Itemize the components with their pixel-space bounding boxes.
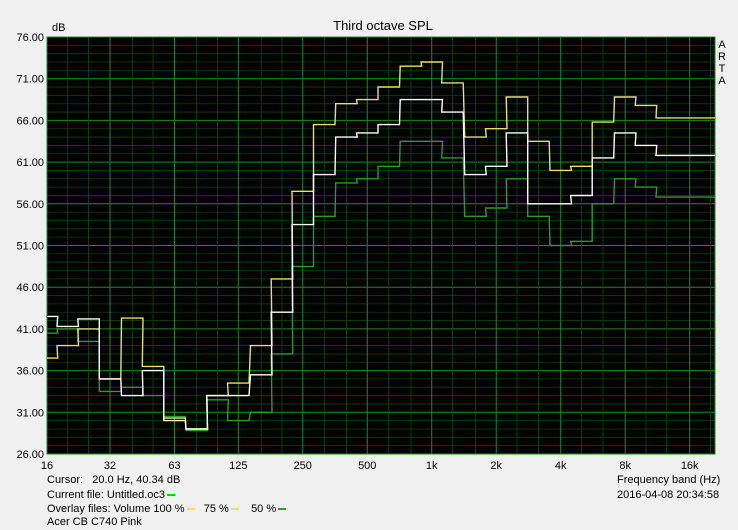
y-tick-label: 56.00 [16, 199, 44, 211]
x-tick-label: 8k [619, 460, 631, 472]
y-tick-label: 61.00 [16, 157, 44, 169]
x-tick-label: 16k [681, 460, 699, 472]
y-tick-labels: 76.00 71.00 66.00 61.00 56.00 51.00 46.00 41.00… [16, 32, 44, 461]
overlay-75-swatch [230, 508, 239, 511]
overlay-label: Overlay files: Volume 100 % [47, 503, 185, 515]
x-tick-label: 2k [490, 460, 502, 472]
y-tick-label: 31.00 [16, 407, 44, 419]
overlay-75-label: 75 % [203, 503, 229, 515]
x-tick-label: 125 [229, 460, 247, 472]
y-tick-label: 76.00 [16, 32, 44, 44]
overlay-files-row: Overlay files: Volume 100 % 75 % 50 % [47, 503, 287, 516]
cursor-label: Cursor: [47, 474, 84, 486]
arta-letter: A [718, 75, 726, 87]
cursor-value: 20.0 Hz, 40.34 dB [92, 474, 181, 486]
x-tick-label: 250 [294, 460, 312, 472]
y-tick-label: 66.00 [16, 115, 44, 127]
current-file-swatch [167, 494, 176, 497]
x-tick-label: 4k [555, 460, 567, 472]
current-file-value: Untitled.oc3 [106, 489, 166, 501]
y-axis-label: dB [52, 22, 65, 34]
timestamp: 2016-04-08 20:34:58 [617, 489, 720, 501]
overlay-50-swatch [278, 508, 287, 511]
arta-logo-text: ARTA [718, 39, 726, 87]
y-tick-label: 36.00 [16, 366, 44, 378]
cursor-readout: Cursor: 20.0 Hz, 40.34 dB [47, 474, 180, 487]
y-tick-label: 26.00 [16, 449, 44, 461]
x-tick-label: 500 [358, 460, 376, 472]
y-tick-label: 46.00 [16, 282, 44, 294]
arta-letter: R [718, 51, 726, 63]
x-tick-label: 1k [426, 460, 438, 472]
x-tick-label: 32 [104, 460, 116, 472]
chart-title: Third octave SPL [333, 18, 433, 33]
spl-chart: 76.00 71.00 66.00 61.00 56.00 51.00 46.00 41.00… [16, 18, 726, 472]
arta-letter: A [718, 39, 726, 51]
y-tick-label: 71.00 [16, 74, 44, 86]
y-tick-label: 41.00 [16, 324, 44, 336]
overlay-50-label: 50 % [251, 503, 277, 515]
x-tick-labels: 16 32 63 125 250 500 1k 2k 4k 8k 16k [41, 460, 699, 472]
arta-letter: T [719, 63, 726, 75]
y-tick-label: 51.00 [16, 241, 44, 253]
x-tick-label: 16 [41, 460, 53, 472]
current-file-row: Current file: Untitled.oc3 [47, 489, 176, 502]
overlay-100-swatch [186, 508, 195, 511]
device-name: Acer CB C740 Pink [47, 516, 142, 528]
x-axis-label: Frequency band (Hz) [617, 474, 721, 486]
current-file-label: Current file: [47, 489, 104, 501]
x-tick-label: 63 [168, 460, 180, 472]
